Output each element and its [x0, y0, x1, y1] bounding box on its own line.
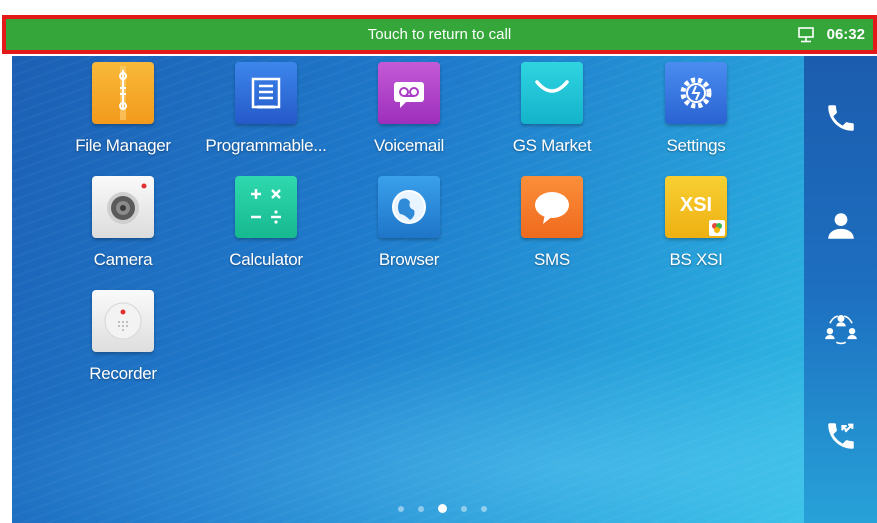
bs-xsi-icon: XSI	[665, 176, 727, 238]
app-label: GS Market	[512, 136, 592, 155]
conference-icon	[824, 315, 857, 345]
app-gs-market[interactable]: GS Market	[482, 62, 622, 156]
phone-button[interactable]	[804, 88, 877, 148]
clock: 06:32	[826, 26, 865, 43]
page-dot[interactable]	[418, 505, 424, 512]
recorder-icon	[92, 290, 154, 352]
app-label: Camera	[93, 250, 153, 269]
app-programmable-keys[interactable]: Programmable...	[196, 62, 336, 156]
app-label: Calculator	[229, 250, 303, 269]
side-shortcut-bar	[804, 56, 877, 523]
page-dot-active[interactable]	[438, 504, 447, 513]
sms-bubble-icon	[521, 176, 583, 238]
app-bs-xsi[interactable]: XSI BS XSI	[626, 176, 766, 270]
page-dot[interactable]	[481, 505, 487, 512]
app-label: File Manager	[75, 136, 171, 155]
browser-globe-icon	[378, 176, 440, 238]
status-bar: Touch to return to call 06:32	[0, 0, 877, 56]
app-label: Recorder	[89, 364, 157, 383]
app-settings[interactable]: Settings	[626, 62, 766, 156]
network-screen-icon	[797, 26, 814, 42]
contacts-button[interactable]	[804, 196, 877, 256]
app-label: BS XSI	[669, 250, 723, 269]
bs-xsi-badge-text: XSI	[679, 194, 713, 216]
app-calculator[interactable]: Calculator	[196, 176, 336, 270]
app-file-manager[interactable]: File Manager	[53, 62, 193, 156]
status-right: 06:32	[797, 19, 865, 50]
app-browser[interactable]: Browser	[339, 176, 479, 270]
app-voicemail[interactable]: Voicemail	[339, 62, 479, 156]
phone-icon	[827, 105, 854, 131]
app-sms[interactable]: SMS	[482, 176, 622, 270]
settings-gear-icon	[665, 62, 727, 124]
calculator-icon	[235, 176, 297, 238]
conference-button[interactable]	[804, 298, 877, 358]
app-label: Programmable...	[205, 136, 327, 155]
voicemail-icon	[378, 62, 440, 124]
return-to-call-banner[interactable]: Touch to return to call 06:32	[6, 19, 873, 50]
call-history-button[interactable]	[804, 406, 877, 466]
return-to-call-text[interactable]: Touch to return to call	[6, 19, 873, 50]
file-manager-icon	[92, 62, 154, 124]
gs-market-icon	[521, 62, 583, 124]
programmable-keys-icon	[235, 62, 297, 124]
app-recorder[interactable]: Recorder	[53, 290, 193, 384]
camera-icon	[92, 176, 154, 238]
app-label: Browser	[378, 250, 440, 269]
contacts-icon	[827, 213, 854, 239]
app-camera[interactable]: Camera	[53, 176, 193, 270]
app-label: SMS	[534, 250, 570, 269]
app-label: Voicemail	[373, 136, 445, 155]
page-indicator	[398, 504, 487, 513]
page-dot[interactable]	[398, 505, 404, 512]
call-history-icon	[827, 423, 854, 449]
app-label: Settings	[666, 136, 726, 155]
page-dot[interactable]	[461, 505, 467, 512]
